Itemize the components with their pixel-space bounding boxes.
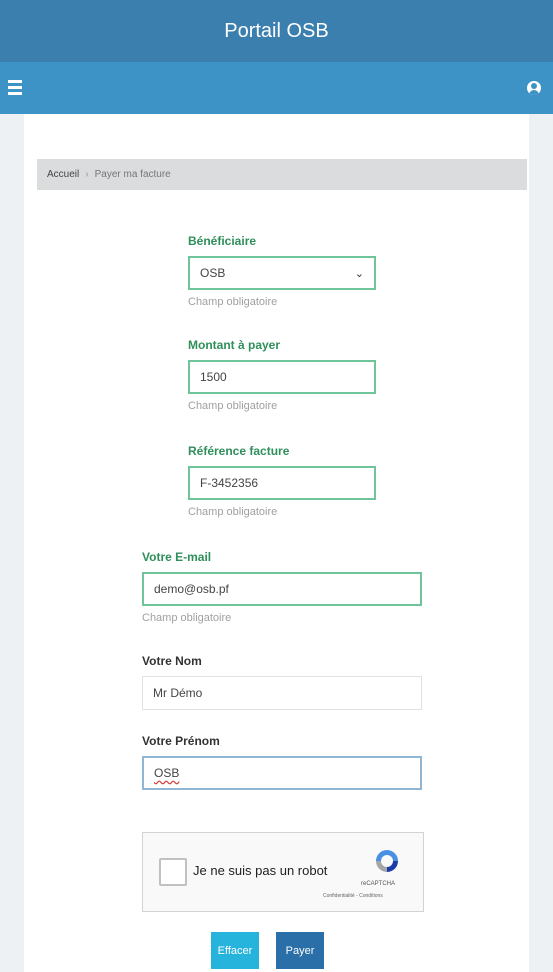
invoice-reference-input[interactable]: F-3452356 (188, 466, 376, 500)
email-value: demo@osb.pf (154, 582, 229, 596)
recaptcha-legal-links[interactable]: Confidentialité - Conditions (323, 893, 383, 899)
breadcrumb: Accueil › Payer ma facture (37, 159, 527, 190)
first-name-value: OSB (154, 766, 180, 780)
first-name-field: Votre Prénom OSB (142, 734, 422, 790)
breadcrumb-separator: › (85, 169, 89, 180)
amount-help: Champ obligatoire (188, 400, 278, 412)
app-header: Portail OSB (0, 0, 553, 62)
first-name-input[interactable]: OSB (142, 756, 422, 790)
clear-button[interactable]: Effacer (211, 932, 259, 969)
invoice-reference-value: F-3452356 (200, 476, 259, 490)
pay-button[interactable]: Payer (276, 932, 324, 969)
last-name-input[interactable]: Mr Démo (142, 676, 422, 710)
app-title: Portail OSB (224, 19, 329, 42)
last-name-field: Votre Nom Mr Démo (142, 654, 422, 710)
navigation-bar (0, 62, 553, 114)
beneficiary-value: OSB (200, 266, 226, 280)
last-name-label: Votre Nom (142, 654, 202, 668)
recaptcha-text: Je ne suis pas un robot (193, 863, 328, 878)
breadcrumb-home-link[interactable]: Accueil (47, 169, 79, 180)
amount-field: Montant à payer 1500 Champ obligatoire (188, 338, 376, 412)
invoice-reference-help: Champ obligatoire (188, 506, 278, 518)
email-help: Champ obligatoire (142, 612, 232, 624)
recaptcha-checkbox[interactable] (159, 858, 187, 886)
user-circle-icon[interactable] (527, 81, 541, 95)
beneficiary-select[interactable]: OSB ⌄ (188, 256, 376, 290)
hamburger-menu-icon[interactable] (8, 80, 22, 96)
amount-value: 1500 (200, 370, 227, 384)
first-name-label: Votre Prénom (142, 734, 220, 748)
breadcrumb-current: Payer ma facture (94, 169, 171, 180)
recaptcha-widget: Je ne suis pas un robot reCAPTCHA Confid… (142, 832, 424, 912)
main-content: Accueil › Payer ma facture Bénéficiaire … (24, 114, 529, 972)
beneficiary-field: Bénéficiaire OSB ⌄ Champ obligatoire (188, 234, 376, 308)
invoice-reference-label: Référence facture (188, 444, 290, 458)
beneficiary-label: Bénéficiaire (188, 234, 257, 248)
last-name-value: Mr Démo (153, 686, 203, 700)
beneficiary-help: Champ obligatoire (188, 296, 278, 308)
email-label: Votre E-mail (142, 550, 212, 564)
amount-input[interactable]: 1500 (188, 360, 376, 394)
recaptcha-logo-icon (376, 850, 398, 872)
email-input[interactable]: demo@osb.pf (142, 572, 422, 606)
invoice-reference-field: Référence facture F-3452356 Champ obliga… (188, 444, 376, 518)
amount-label: Montant à payer (188, 338, 281, 352)
chevron-down-icon: ⌄ (354, 267, 364, 280)
recaptcha-brand: reCAPTCHA (361, 881, 396, 887)
email-field: Votre E-mail demo@osb.pf Champ obligatoi… (142, 550, 422, 624)
